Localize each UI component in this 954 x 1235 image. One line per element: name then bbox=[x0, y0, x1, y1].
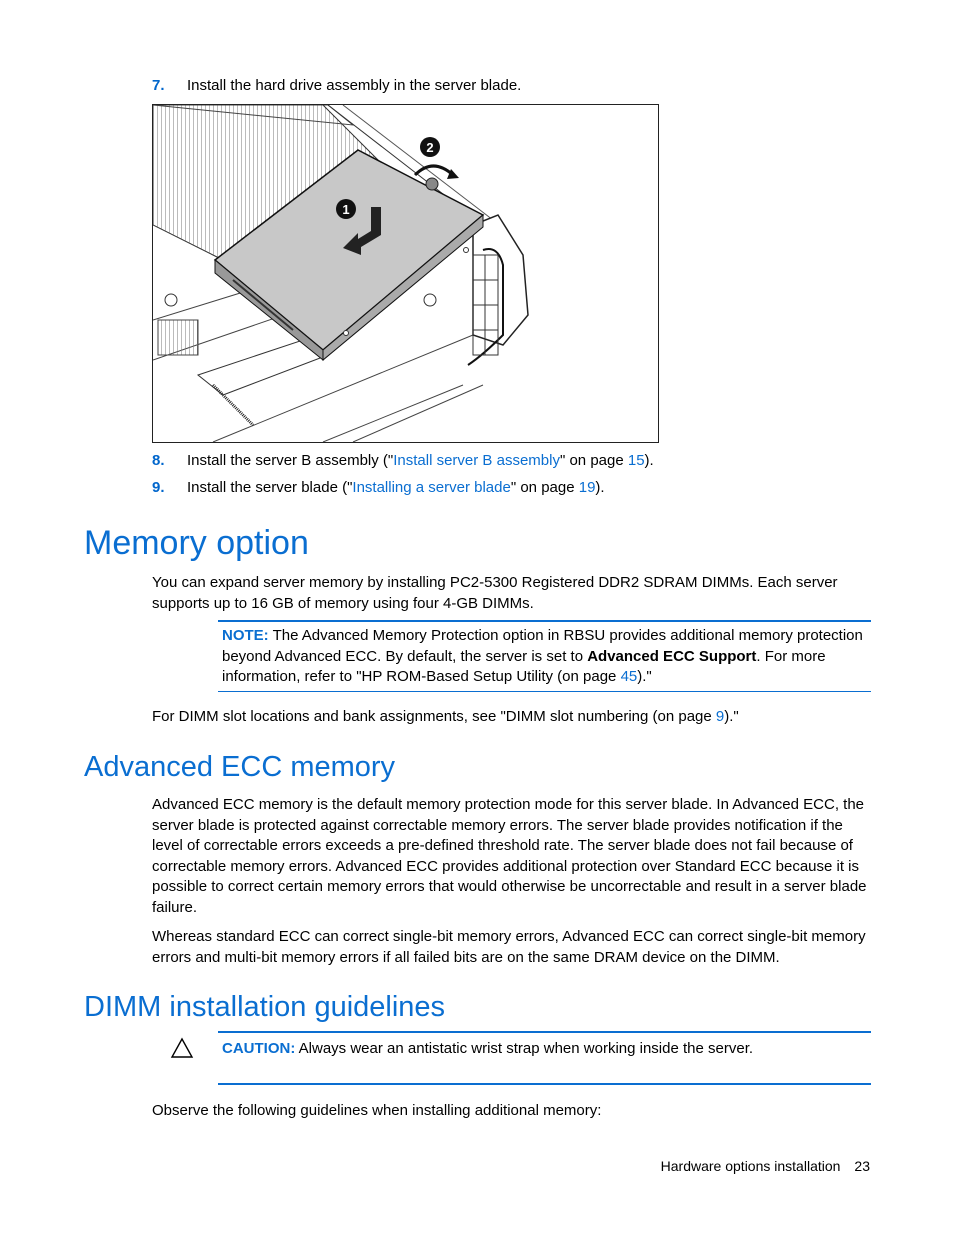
reference-text: For DIMM slot locations and bank assignm… bbox=[152, 708, 716, 725]
step-text: ). bbox=[595, 479, 605, 496]
step-text: " on page bbox=[510, 479, 579, 496]
note-body: )." bbox=[637, 668, 652, 685]
caution-body: Always wear an antistatic wrist strap wh… bbox=[295, 1040, 754, 1057]
page-45-link[interactable]: 45 bbox=[621, 668, 638, 685]
installing-server-blade-link[interactable]: Installing a server blade bbox=[352, 479, 510, 496]
step-number: 8. bbox=[152, 452, 165, 469]
page-15-link[interactable]: 15 bbox=[628, 452, 645, 469]
note-text: NOTE: The Advanced Memory Protection opt… bbox=[218, 622, 871, 691]
caution-triangle-icon bbox=[170, 1037, 194, 1063]
note-box: NOTE: The Advanced Memory Protection opt… bbox=[218, 620, 871, 692]
dimm-guidelines-heading: DIMM installation guidelines bbox=[84, 991, 446, 1023]
step-9: 9. Install the server blade ("Installing … bbox=[152, 479, 605, 497]
dimm-slot-reference: For DIMM slot locations and bank assignm… bbox=[152, 707, 872, 728]
step-text: Install the server B assembly (" bbox=[187, 452, 394, 469]
advanced-ecc-paragraph-2: Whereas standard ECC can correct single-… bbox=[152, 928, 866, 966]
observe-guidelines-text: Observe the following guidelines when in… bbox=[152, 1102, 602, 1119]
install-server-b-assembly-link[interactable]: Install server B assembly bbox=[393, 452, 560, 469]
step-number: 7. bbox=[152, 77, 165, 94]
caution-label: CAUTION: bbox=[222, 1040, 296, 1057]
step-text: ). bbox=[644, 452, 654, 469]
caution-text: CAUTION: Always wear an antistatic wrist… bbox=[218, 1033, 871, 1063]
callout-1: 1 bbox=[342, 202, 349, 217]
page-footer: Hardware options installation 23 bbox=[661, 1158, 870, 1174]
reference-text: )." bbox=[724, 708, 739, 725]
step-8: 8. Install the server B assembly ("Instal… bbox=[152, 452, 654, 470]
memory-option-heading: Memory option bbox=[84, 524, 309, 562]
page-9-link[interactable]: 9 bbox=[716, 708, 724, 725]
callout-2: 2 bbox=[426, 140, 433, 155]
memory-intro-paragraph: You can expand server memory by installi… bbox=[152, 574, 838, 612]
step-text: " on page bbox=[559, 452, 628, 469]
step-text: Install the server blade (" bbox=[187, 479, 353, 496]
footer-section-title: Hardware options installation bbox=[660, 1158, 841, 1174]
step-7: 7. Install the hard drive assembly in the… bbox=[152, 77, 521, 95]
advanced-ecc-heading: Advanced ECC memory bbox=[84, 751, 396, 783]
hard-drive-installation-figure: 1 2 bbox=[152, 104, 659, 443]
step-text: Install the hard drive assembly in the s… bbox=[187, 77, 522, 94]
advanced-ecc-paragraph-1: Advanced ECC memory is the default memor… bbox=[152, 796, 867, 916]
note-label: NOTE: bbox=[222, 627, 269, 644]
note-bold: Advanced ECC Support bbox=[587, 647, 757, 665]
step-number: 9. bbox=[152, 479, 165, 496]
page-number: 23 bbox=[854, 1158, 870, 1174]
page-19-link[interactable]: 19 bbox=[579, 479, 596, 496]
caution-box: CAUTION: Always wear an antistatic wrist… bbox=[218, 1031, 871, 1085]
